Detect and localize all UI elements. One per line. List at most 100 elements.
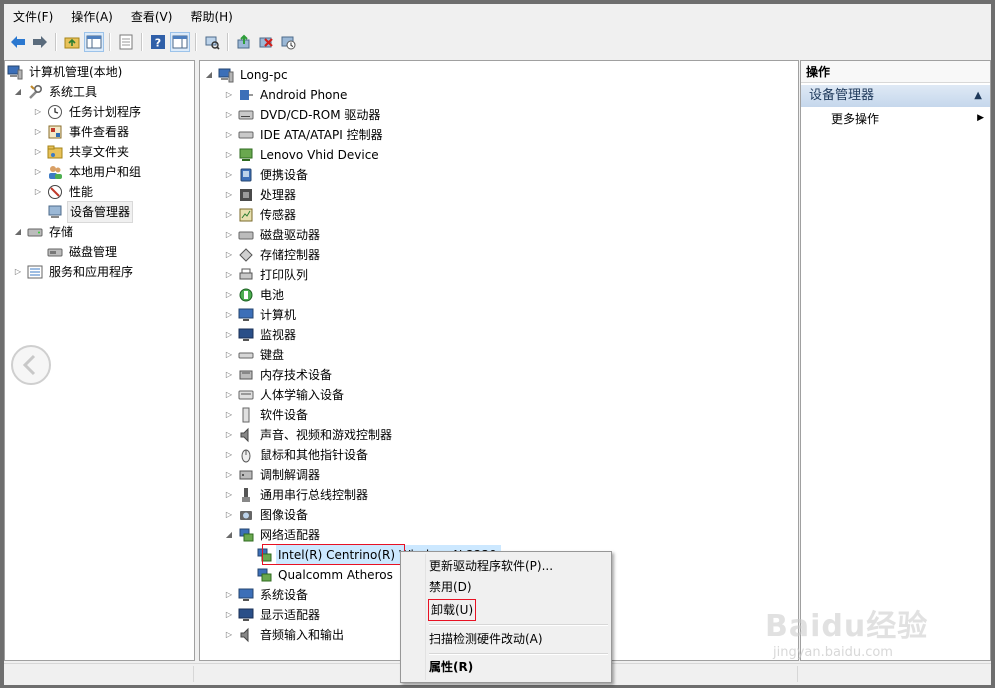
menu-file[interactable]: 文件(F) <box>4 6 62 28</box>
page-back-circle-icon[interactable] <box>11 345 51 385</box>
tree-item-system-tools[interactable]: ◢ 系统工具 <box>13 82 99 102</box>
network-adapter-qualcomm[interactable]: Qualcomm Atheros <box>242 565 395 585</box>
expanded-arrow-icon[interactable]: ◢ <box>204 65 214 85</box>
collapsed-arrow-icon[interactable]: ▷ <box>224 445 234 465</box>
menu-action[interactable]: 操作(A) <box>62 6 122 28</box>
device-label: IDE ATA/ATAPI 控制器 <box>260 128 383 142</box>
collapsed-arrow-icon[interactable]: ▷ <box>224 205 234 225</box>
collapsed-arrow-icon[interactable]: ▷ <box>224 225 234 245</box>
expanded-arrow-icon[interactable]: ◢ <box>13 222 23 242</box>
device-category-row[interactable]: ▷ 显示适配器 <box>224 605 322 625</box>
collapsed-arrow-icon[interactable]: ▷ <box>33 102 43 122</box>
device-category-row[interactable]: ▷ 图像设备 <box>224 505 310 525</box>
device-category-row[interactable]: ▷ 存储控制器 <box>224 245 322 265</box>
menu-update-driver[interactable]: 更新驱动程序软件(P)... <box>429 555 553 577</box>
device-category-row[interactable]: ▷ 鼠标和其他指针设备 <box>224 445 370 465</box>
menu-scan-hardware[interactable]: 扫描检测硬件改动(A) <box>429 628 543 650</box>
up-folder-icon[interactable] <box>62 32 82 52</box>
collapsed-arrow-icon[interactable]: ▷ <box>224 485 234 505</box>
collapsed-arrow-icon[interactable]: ▷ <box>224 105 234 125</box>
device-category-row[interactable]: ▷ 人体学输入设备 <box>224 385 346 405</box>
collapsed-arrow-icon[interactable]: ▷ <box>224 125 234 145</box>
device-category-row[interactable]: ▷ 磁盘驱动器 <box>224 225 322 245</box>
device-category-icon <box>238 507 254 523</box>
collapsed-arrow-icon[interactable]: ▷ <box>224 465 234 485</box>
device-category-row[interactable]: ▷ 软件设备 <box>224 405 310 425</box>
collapsed-arrow-icon[interactable]: ▷ <box>33 122 43 142</box>
device-category-row[interactable]: ▷ 键盘 <box>224 345 286 365</box>
device-category-row[interactable]: ▷ 传感器 <box>224 205 298 225</box>
device-category-row[interactable]: ▷ 通用串行总线控制器 <box>224 485 370 505</box>
tree-item-services-apps[interactable]: ▷ 服务和应用程序 <box>13 262 135 282</box>
tree-item-task-scheduler[interactable]: ▷ 任务计划程序 <box>33 102 143 122</box>
device-category-row[interactable]: ▷ DVD/CD-ROM 驱动器 <box>224 105 382 125</box>
collapsed-arrow-icon[interactable]: ▷ <box>224 505 234 525</box>
expanded-arrow-icon[interactable]: ◢ <box>224 525 234 545</box>
device-category-row[interactable]: ▷ 系统设备 <box>224 585 310 605</box>
device-category-row[interactable]: ▷ 音频输入和输出 <box>224 625 346 645</box>
device-category-row[interactable]: ▷ IDE ATA/ATAPI 控制器 <box>224 125 385 145</box>
collapsed-arrow-icon[interactable]: ▷ <box>224 385 234 405</box>
forward-arrow-icon[interactable] <box>30 32 50 52</box>
help-icon[interactable]: ? <box>148 32 168 52</box>
collapsed-arrow-icon[interactable]: ▷ <box>224 625 234 645</box>
device-category-row[interactable]: ▷ 监视器 <box>224 325 298 345</box>
tree-item-event-viewer[interactable]: ▷ 事件查看器 <box>33 122 131 142</box>
menu-view[interactable]: 查看(V) <box>122 6 182 28</box>
collapsed-arrow-icon[interactable]: ▷ <box>224 365 234 385</box>
properties-icon[interactable] <box>116 32 136 52</box>
collapsed-arrow-icon[interactable]: ▷ <box>224 425 234 445</box>
device-category-row[interactable]: ◢ 网络适配器 <box>224 525 322 545</box>
collapsed-arrow-icon[interactable]: ▷ <box>224 185 234 205</box>
actions-section-device-manager[interactable]: 设备管理器 ▲ <box>801 85 990 107</box>
device-category-row[interactable]: ▷ 处理器 <box>224 185 298 205</box>
device-category-row[interactable]: ▷ 计算机 <box>224 305 298 325</box>
action-pane-icon[interactable] <box>170 32 190 52</box>
expanded-arrow-icon[interactable]: ◢ <box>13 82 23 102</box>
tree-item-performance[interactable]: ▷ 性能 <box>33 182 95 202</box>
collapse-up-icon[interactable]: ▲ <box>974 85 982 107</box>
device-category-row[interactable]: ▷ 调制解调器 <box>224 465 322 485</box>
collapsed-arrow-icon[interactable]: ▷ <box>224 265 234 285</box>
collapsed-arrow-icon[interactable]: ▷ <box>224 325 234 345</box>
collapsed-arrow-icon[interactable]: ▷ <box>224 585 234 605</box>
collapsed-arrow-icon[interactable]: ▷ <box>13 262 23 282</box>
tree-item-storage[interactable]: ◢ 存储 <box>13 222 75 242</box>
collapsed-arrow-icon[interactable]: ▷ <box>224 165 234 185</box>
tree-item-local-users[interactable]: ▷ 本地用户和组 <box>33 162 143 182</box>
menu-disable[interactable]: 禁用(D) <box>429 576 472 598</box>
tree-root[interactable]: 计算机管理(本地) <box>7 62 124 82</box>
scan-hardware-icon[interactable] <box>202 32 222 52</box>
device-category-row[interactable]: ▷ 声音、视频和游戏控制器 <box>224 425 394 445</box>
update-driver-icon[interactable] <box>234 32 254 52</box>
menu-help[interactable]: 帮助(H) <box>181 6 241 28</box>
collapsed-arrow-icon[interactable]: ▷ <box>224 245 234 265</box>
device-category-row[interactable]: ▷ Lenovo Vhid Device <box>224 145 381 165</box>
device-category-row[interactable]: ▷ 内存技术设备 <box>224 365 334 385</box>
more-actions-item[interactable]: 更多操作 <box>831 109 879 129</box>
collapsed-arrow-icon[interactable]: ▷ <box>224 145 234 165</box>
device-category-row[interactable]: ▷ Android Phone <box>224 85 349 105</box>
device-category-row[interactable]: ▷ 打印队列 <box>224 265 310 285</box>
collapsed-arrow-icon[interactable]: ▷ <box>224 605 234 625</box>
tree-item-shared-folders[interactable]: ▷ 共享文件夹 <box>33 142 131 162</box>
device-category-row[interactable]: ▷ 便携设备 <box>224 165 310 185</box>
menu-uninstall[interactable]: 卸载(U) <box>428 599 477 621</box>
menu-properties[interactable]: 属性(R) <box>429 656 473 678</box>
device-category-row[interactable]: ▷ 电池 <box>224 285 286 305</box>
collapsed-arrow-icon[interactable]: ▷ <box>224 305 234 325</box>
tree-item-disk-management[interactable]: 磁盘管理 <box>33 242 119 262</box>
collapsed-arrow-icon[interactable]: ▷ <box>224 345 234 365</box>
tree-item-device-manager[interactable]: 设备管理器 <box>33 201 134 223</box>
device-tree-root[interactable]: ◢ Long-pc <box>204 65 290 85</box>
collapsed-arrow-icon[interactable]: ▷ <box>33 142 43 162</box>
collapsed-arrow-icon[interactable]: ▷ <box>33 182 43 202</box>
collapsed-arrow-icon[interactable]: ▷ <box>224 85 234 105</box>
collapsed-arrow-icon[interactable]: ▷ <box>224 405 234 425</box>
collapsed-arrow-icon[interactable]: ▷ <box>33 162 43 182</box>
collapsed-arrow-icon[interactable]: ▷ <box>224 285 234 305</box>
show-hide-tree-icon[interactable] <box>84 32 104 52</box>
uninstall-device-icon[interactable] <box>256 32 276 52</box>
back-arrow-icon[interactable] <box>8 32 28 52</box>
disable-device-icon[interactable] <box>278 32 298 52</box>
